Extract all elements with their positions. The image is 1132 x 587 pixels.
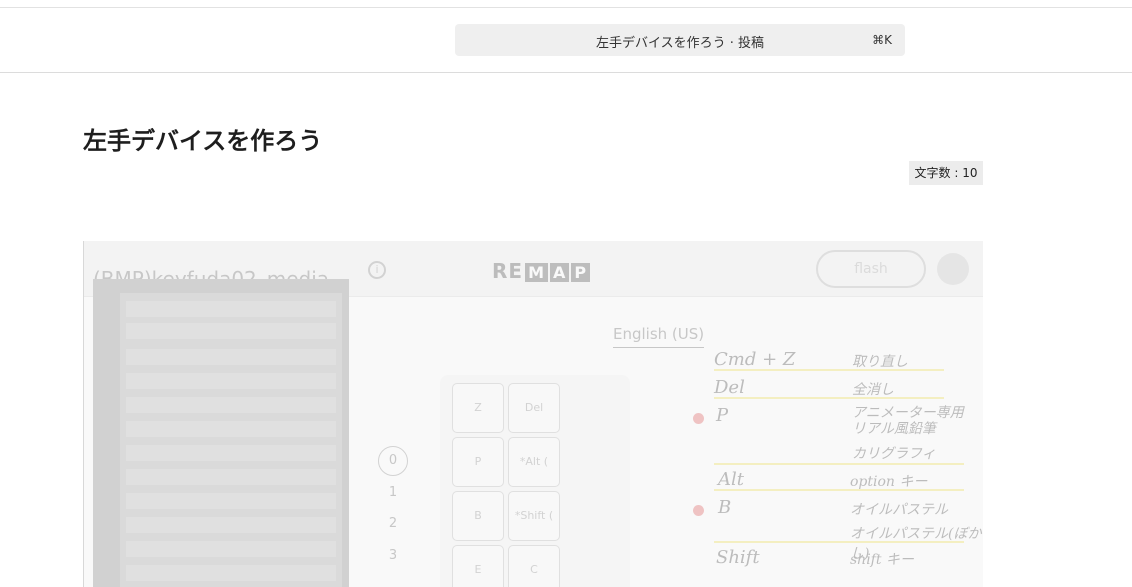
post-image: (BMP)keyfuda02_media i REMAP flash Engli… [83, 241, 983, 587]
top-bar: 左手デバイスを作ろう · 投稿 ⌘K [0, 0, 1132, 73]
top-divider [0, 7, 1132, 8]
post-title: 左手デバイスを作ろう [83, 127, 323, 155]
image-fade-overlay [84, 241, 983, 587]
search-box[interactable]: 左手デバイスを作ろう · 投稿 ⌘K [455, 24, 905, 56]
search-shortcut: ⌘K [872, 33, 892, 47]
search-label: 左手デバイスを作ろう · 投稿 [595, 36, 764, 51]
char-count-badge: 文字数 : 10 [909, 161, 983, 185]
